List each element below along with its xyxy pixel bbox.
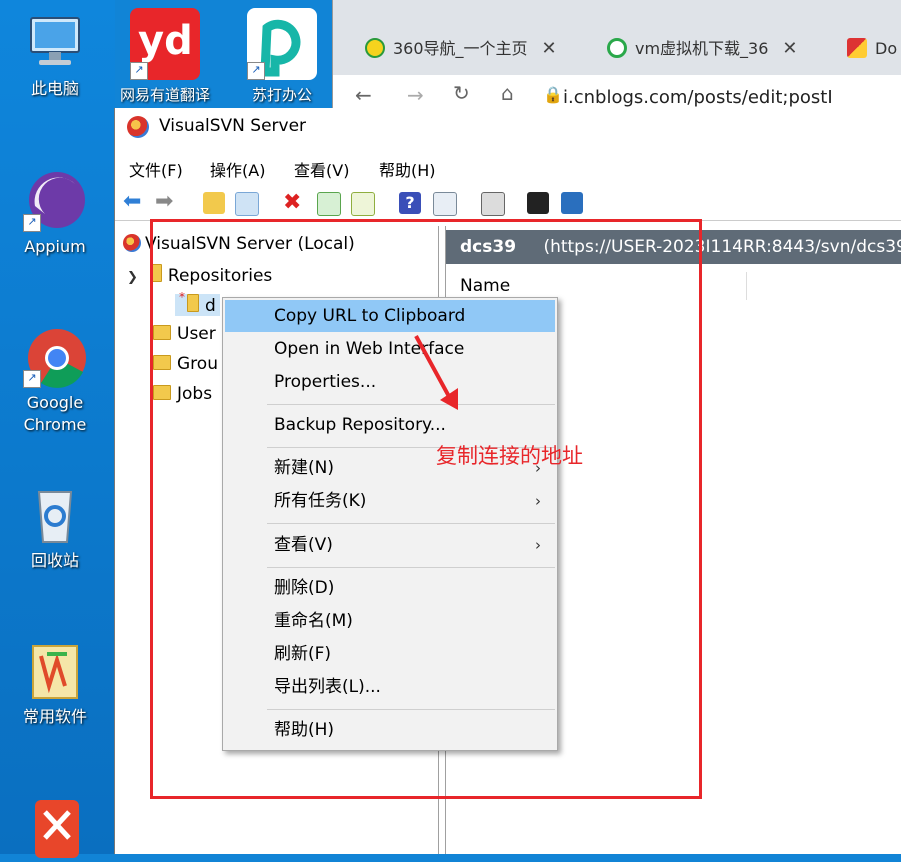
360-icon: [365, 38, 385, 58]
title-bar: VisualSVN Server: [115, 108, 901, 146]
desktop-icon-common-software[interactable]: 常用软件: [0, 640, 110, 728]
browser-tab-do[interactable]: Do: [847, 32, 901, 66]
folder-icon: [23, 640, 87, 702]
desktop-icon-appium[interactable]: ↗ Appium: [0, 170, 110, 258]
browser-address-bar[interactable]: ← → ↻ ⌂ 🔒 i.cnblogs.com/posts/edit;postI: [333, 75, 901, 110]
annotation-highlight-box: [150, 219, 702, 799]
recycle-bin-icon: [23, 484, 87, 546]
browser-tab-360[interactable]: 360导航_一个主页 ✕: [365, 32, 585, 66]
console-icon[interactable]: [527, 192, 549, 214]
tab-close-icon[interactable]: ✕: [782, 38, 797, 59]
browser-window: 360导航_一个主页 ✕ vm虚拟机下载_36 ✕ Do ← → ↻ ⌂ 🔒 i.c…: [332, 0, 901, 110]
desktop-icon-recycle-bin[interactable]: 回收站: [0, 484, 110, 572]
search-icon: [607, 38, 627, 58]
shortcut-arrow-icon: ↗: [247, 62, 265, 80]
chevron-down-icon[interactable]: ❯: [127, 270, 138, 285]
powershell-icon[interactable]: [561, 192, 583, 214]
help-icon[interactable]: ?: [399, 192, 421, 214]
menu-view[interactable]: 查看(V): [294, 157, 349, 181]
computer-icon: [23, 12, 87, 74]
desktop-icon-chrome[interactable]: ↗ Google Chrome: [0, 326, 110, 436]
desktop-icon-app[interactable]: [0, 796, 110, 862]
shortcut-arrow-icon: ↗: [23, 214, 41, 232]
lock-icon: 🔒: [543, 85, 563, 104]
delete-icon[interactable]: ✖: [283, 192, 305, 214]
shortcut-arrow-icon: ↗: [23, 370, 41, 388]
forward-arrow-icon[interactable]: ➡: [155, 191, 177, 214]
suda-office-icon: ↗: [247, 8, 317, 80]
browser-tab-vm[interactable]: vm虚拟机下载_36 ✕: [607, 32, 833, 66]
options-icon[interactable]: [481, 192, 505, 216]
show-hide-tree-icon[interactable]: [235, 192, 259, 216]
desktop-icon-computer[interactable]: 此电脑: [0, 12, 110, 100]
youdao-icon: yd ↗: [130, 8, 200, 80]
reload-icon[interactable]: ↻: [453, 81, 470, 105]
annotation-text: 复制连接的地址: [436, 444, 583, 468]
menu-help[interactable]: 帮助(H): [379, 157, 436, 181]
shortcut-arrow-icon: ↗: [130, 62, 148, 80]
browser-tab-strip: 360导航_一个主页 ✕ vm虚拟机下载_36 ✕ Do: [333, 10, 901, 70]
visualsvn-logo-icon: [123, 234, 141, 252]
home-icon[interactable]: ⌂: [501, 81, 514, 105]
app-icon: [847, 38, 867, 58]
app-icon: [23, 796, 87, 858]
annotation-arrow-icon: [414, 335, 458, 410]
chrome-icon: ↗: [23, 326, 87, 388]
tab-close-icon[interactable]: ✕: [542, 38, 557, 59]
properties-icon[interactable]: [433, 192, 457, 216]
visualsvn-logo-icon: [127, 116, 149, 138]
refresh-icon[interactable]: [317, 192, 341, 216]
menu-action[interactable]: 操作(A): [210, 157, 265, 181]
appium-icon: ↗: [23, 170, 87, 232]
toolbar: ⬅ ➡ ✖ ?: [115, 188, 901, 221]
menu-bar: 文件(F) 操作(A) 查看(V) 帮助(H): [115, 152, 901, 182]
desktop-icon-suda[interactable]: ↗ 苏打办公: [227, 8, 337, 105]
up-folder-icon[interactable]: [203, 192, 225, 214]
export-icon[interactable]: [351, 192, 375, 216]
back-arrow-icon[interactable]: ⬅: [123, 191, 145, 214]
desktop-icon-youdao[interactable]: yd ↗ 网易有道翻译: [110, 8, 220, 105]
back-icon[interactable]: ←: [355, 83, 372, 107]
forward-icon[interactable]: →: [407, 83, 424, 107]
window-title: VisualSVN Server: [159, 116, 307, 136]
url-text: i.cnblogs.com/posts/edit;postI: [563, 87, 833, 108]
menu-file[interactable]: 文件(F): [129, 157, 183, 181]
